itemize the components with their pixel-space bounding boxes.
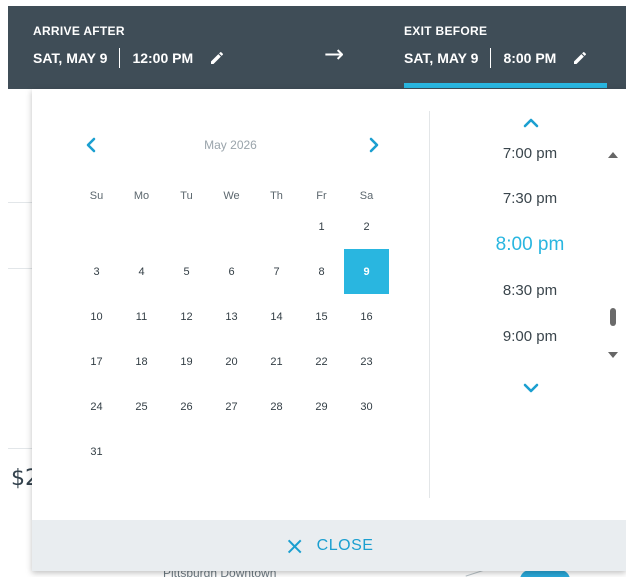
calendar-day[interactable]: 2 [344,204,389,249]
calendar-day[interactable]: 19 [164,339,209,384]
background-divider [8,202,34,203]
time-scroll-up-chevron-icon[interactable] [506,115,556,129]
calendar-day[interactable]: 11 [119,294,164,339]
calendar-day[interactable]: 21 [254,339,299,384]
calendar-day[interactable]: 3 [74,249,119,294]
calendar-day[interactable]: 12 [164,294,209,339]
active-tab-indicator [404,83,607,88]
page: $2 Pittsburgh Downtown ARRIVE AFTER SAT,… [0,0,626,577]
calendar-day[interactable]: 18 [119,339,164,384]
time-option-selected[interactable]: 8:00 pm [450,234,610,256]
calendar-day[interactable]: 26 [164,384,209,429]
calendar-day[interactable]: 16 [344,294,389,339]
calendar-day[interactable]: 6 [209,249,254,294]
scrollbar-thumb[interactable] [610,308,616,326]
date-time-picker-panel: May 2026 Su Mo Tu We Th Fr Sa 1 2 3 4 5 6 7 8 9 10 11 12 13… [32,89,626,571]
calendar-day[interactable]: 7 [254,249,299,294]
calendar-day[interactable]: 5 [164,249,209,294]
time-option[interactable]: 8:30 pm [450,282,610,299]
scrollbar-down-arrow-icon[interactable] [608,352,618,358]
arrive-after-section[interactable]: ARRIVE AFTER SAT, MAY 9 12:00 PM [33,24,225,68]
calendar-day[interactable]: 22 [299,339,344,384]
calendar-day[interactable]: 1 [299,204,344,249]
calendar-day[interactable]: 25 [119,384,164,429]
background-divider [8,448,34,449]
calendar-day[interactable]: 28 [254,384,299,429]
background-divider [8,268,34,269]
calendar-day[interactable]: 20 [209,339,254,384]
calendar-day[interactable]: 14 [254,294,299,339]
calendar-day[interactable]: 10 [74,294,119,339]
calendar-time-divider [429,111,430,498]
exit-before-section[interactable]: EXIT BEFORE SAT, MAY 9 8:00 PM [404,24,588,68]
time-scroll-down-chevron-icon[interactable] [506,381,556,395]
weekday-header: Su [89,190,104,202]
next-month-chevron-icon[interactable] [367,137,381,153]
background-map-marker [520,570,570,577]
calendar-day[interactable]: 17 [74,339,119,384]
calendar-day[interactable]: 8 [299,249,344,294]
arrive-after-label: ARRIVE AFTER [33,24,125,38]
header-separator [490,48,492,68]
weekday-header: Th [270,190,283,202]
weekday-header: We [223,190,240,202]
arrive-time[interactable]: 12:00 PM [132,50,193,66]
time-option[interactable]: 9:00 pm [450,328,610,345]
scrollbar-up-arrow-icon[interactable] [608,152,618,158]
time-list[interactable]: 7:00 pm 7:30 pm 8:00 pm 8:30 pm 9:00 pm [450,133,610,403]
edit-pencil-icon[interactable] [572,50,588,66]
weekday-header: Mo [133,190,150,202]
calendar-day[interactable]: 31 [74,429,119,474]
calendar-day[interactable]: 27 [209,384,254,429]
date-time-header: ARRIVE AFTER SAT, MAY 9 12:00 PM → EXIT … [8,6,626,89]
calendar-day[interactable]: 15 [299,294,344,339]
calendar-day[interactable]: 29 [299,384,344,429]
calendar-day[interactable]: 30 [344,384,389,429]
time-option[interactable]: 7:30 pm [450,190,610,207]
calendar-day[interactable]: 23 [344,339,389,384]
exit-time[interactable]: 8:00 PM [503,50,556,66]
edit-pencil-icon[interactable] [209,50,225,66]
weekday-header: Tu [180,190,193,202]
exit-date[interactable]: SAT, MAY 9 [404,50,478,66]
exit-before-label: EXIT BEFORE [404,24,488,38]
arrive-date[interactable]: SAT, MAY 9 [33,50,107,66]
calendar-day[interactable]: 24 [74,384,119,429]
calendar-day-selected[interactable]: 9 [344,249,389,294]
time-option[interactable]: 7:00 pm [450,145,610,162]
arrow-right-icon: → [324,40,345,68]
close-label: CLOSE [316,536,374,554]
close-icon: × [284,531,305,560]
close-button[interactable]: × CLOSE [32,520,626,571]
calendar-day[interactable]: 4 [119,249,164,294]
calendar-day[interactable]: 13 [209,294,254,339]
header-separator [119,48,121,68]
